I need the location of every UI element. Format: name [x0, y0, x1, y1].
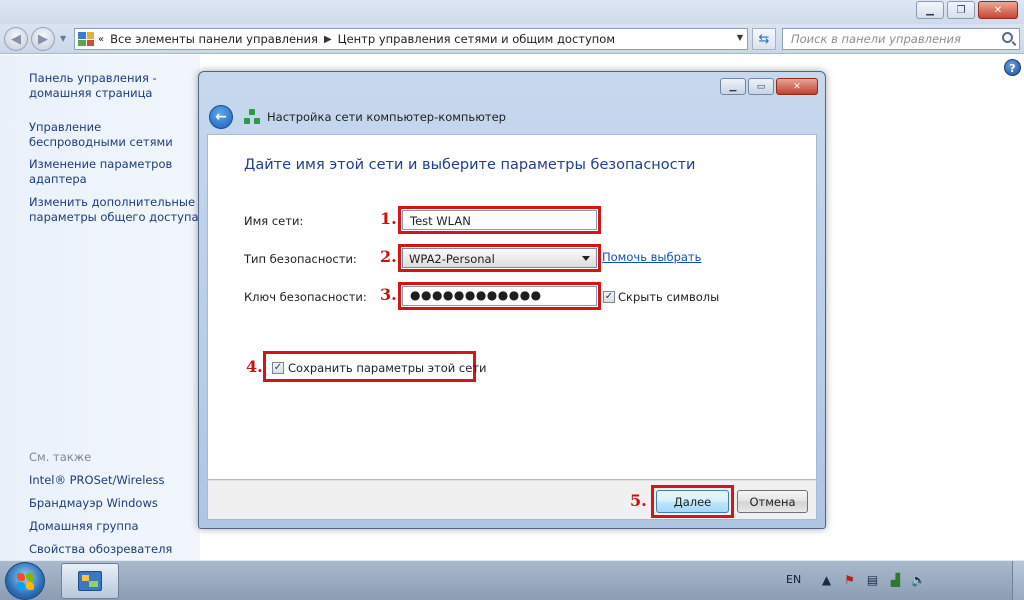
- tray-expand-icon[interactable]: ▲: [818, 573, 835, 587]
- breadcrumb-root[interactable]: Все элементы панели управления: [110, 32, 318, 46]
- dialog-footer: 5. Далее Отмена: [207, 480, 817, 520]
- security-key-label: Ключ безопасности:: [244, 290, 367, 304]
- address-dropdown-icon[interactable]: ▼: [737, 33, 743, 42]
- action-center-icon[interactable]: ⚑: [841, 573, 858, 587]
- minimize-button[interactable]: ▁: [916, 1, 944, 19]
- volume-icon[interactable]: 🔈: [910, 573, 927, 587]
- address-row: ◀ ▶ ▼ « Все элементы панели управления ▶…: [0, 24, 1024, 54]
- security-type-value: WPA2-Personal: [409, 252, 495, 266]
- back-arrow-icon: ←: [215, 109, 227, 125]
- dialog-title: Настройка сети компьютер-компьютер: [267, 110, 506, 124]
- dialog-close-button[interactable]: ✕: [776, 78, 818, 95]
- system-tray: ▲ ⚑ ▤ ▟ 🔈: [818, 573, 927, 587]
- close-icon: ✕: [993, 4, 1003, 16]
- cancel-button[interactable]: Отмена: [737, 490, 808, 513]
- control-panel-icon: [78, 32, 94, 46]
- security-type-select[interactable]: WPA2-Personal: [402, 248, 597, 268]
- window-controls: ▁ ❐ ✕: [916, 1, 1018, 19]
- show-desktop-button[interactable]: [1012, 561, 1024, 600]
- annotation-3: 3.: [380, 285, 397, 304]
- annotation-4: 4.: [246, 357, 263, 376]
- next-button[interactable]: Далее: [656, 490, 729, 513]
- forward-arrow-icon: ▶: [38, 31, 48, 47]
- network-icon: [244, 109, 260, 125]
- hide-chars-label[interactable]: Скрыть символы: [618, 290, 719, 304]
- restore-button[interactable]: ❐: [947, 1, 975, 19]
- address-bar[interactable]: « Все элементы панели управления ▶ Центр…: [74, 28, 748, 50]
- breadcrumb-separator-icon[interactable]: ▶: [324, 34, 332, 45]
- annotation-2: 2.: [380, 247, 397, 266]
- back-arrow-icon: ◀: [11, 31, 21, 47]
- see-also-firewall[interactable]: Брандмауэр Windows: [29, 496, 199, 511]
- search-icon[interactable]: [1002, 32, 1013, 43]
- security-key-input[interactable]: ●●●●●●●●●●●●: [402, 286, 597, 306]
- hide-chars-checkbox[interactable]: ✓: [603, 291, 615, 303]
- close-icon: ✕: [793, 81, 801, 92]
- address-overflow-icon[interactable]: «: [98, 34, 104, 45]
- windows-logo-icon: [16, 572, 25, 581]
- start-button[interactable]: [5, 562, 45, 600]
- taskbar-control-panel[interactable]: [61, 563, 119, 599]
- network-name-label: Имя сети:: [244, 214, 304, 228]
- device-icon[interactable]: ▤: [864, 573, 881, 587]
- control-panel-icon: [78, 571, 102, 591]
- task-link-sharing[interactable]: Изменить дополнительные параметры общего…: [29, 195, 199, 225]
- search-placeholder: Поиск в панели управления: [791, 32, 961, 46]
- dialog-content: Дайте имя этой сети и выберите параметры…: [207, 134, 817, 480]
- see-also-internet-options[interactable]: Свойства обозревателя: [29, 542, 199, 557]
- explorer-titlebar: ▁ ❐ ✕: [0, 0, 1024, 24]
- see-also-homegroup[interactable]: Домашняя группа: [29, 519, 199, 534]
- task-link-adapter[interactable]: Изменение параметров адаптера: [29, 157, 199, 187]
- restore-icon: ❐: [956, 4, 966, 16]
- back-button[interactable]: ◀: [4, 27, 28, 51]
- adhoc-setup-dialog: ▁ ▭ ✕ ← Настройка сети компьютер-компьют…: [198, 71, 826, 529]
- network-name-input[interactable]: Test WLAN: [402, 210, 597, 230]
- taskbar: EN ▲ ⚑ ▤ ▟ 🔈: [0, 560, 1024, 600]
- forward-button[interactable]: ▶: [31, 27, 55, 51]
- minimize-icon: ▁: [926, 4, 934, 16]
- help-icon[interactable]: ?: [1004, 59, 1021, 76]
- chevron-down-icon: [582, 256, 590, 261]
- maximize-icon: ▭: [756, 81, 766, 92]
- see-also-title: См. также: [29, 450, 92, 464]
- dialog-back-button[interactable]: ←: [209, 105, 233, 129]
- save-params-checkbox[interactable]: ✓: [272, 362, 284, 374]
- save-params-label[interactable]: Сохранить параметры этой сети: [288, 361, 487, 375]
- breadcrumb-current[interactable]: Центр управления сетями и общим доступом: [338, 32, 615, 46]
- search-input[interactable]: Поиск в панели управления: [782, 28, 1020, 50]
- dialog-minimize-button[interactable]: ▁: [720, 78, 746, 95]
- task-link-wireless[interactable]: Управление беспроводными сетями: [29, 120, 199, 150]
- language-indicator[interactable]: EN: [786, 573, 801, 586]
- see-also-intel[interactable]: Intel® PROSet/Wireless: [29, 473, 199, 488]
- help-choose-link[interactable]: Помочь выбрать: [602, 250, 701, 264]
- annotation-1: 1.: [380, 209, 397, 228]
- annotation-5: 5.: [630, 491, 647, 510]
- dialog-window-controls: ▁ ▭ ✕: [720, 78, 818, 95]
- refresh-icon: ⇆: [758, 31, 770, 47]
- minimize-icon: ▁: [729, 81, 737, 92]
- security-type-label: Тип безопасности:: [244, 252, 357, 266]
- refresh-button[interactable]: ⇆: [752, 28, 776, 50]
- dialog-heading: Дайте имя этой сети и выберите параметры…: [244, 157, 696, 173]
- close-button[interactable]: ✕: [978, 1, 1018, 19]
- recent-pages-dropdown[interactable]: ▼: [60, 34, 66, 43]
- wireless-signal-icon[interactable]: ▟: [887, 573, 904, 587]
- dialog-maximize-button[interactable]: ▭: [748, 78, 774, 95]
- left-pane: Панель управления - домашняя страница Уп…: [0, 55, 200, 560]
- task-link-home[interactable]: Панель управления - домашняя страница: [29, 71, 199, 101]
